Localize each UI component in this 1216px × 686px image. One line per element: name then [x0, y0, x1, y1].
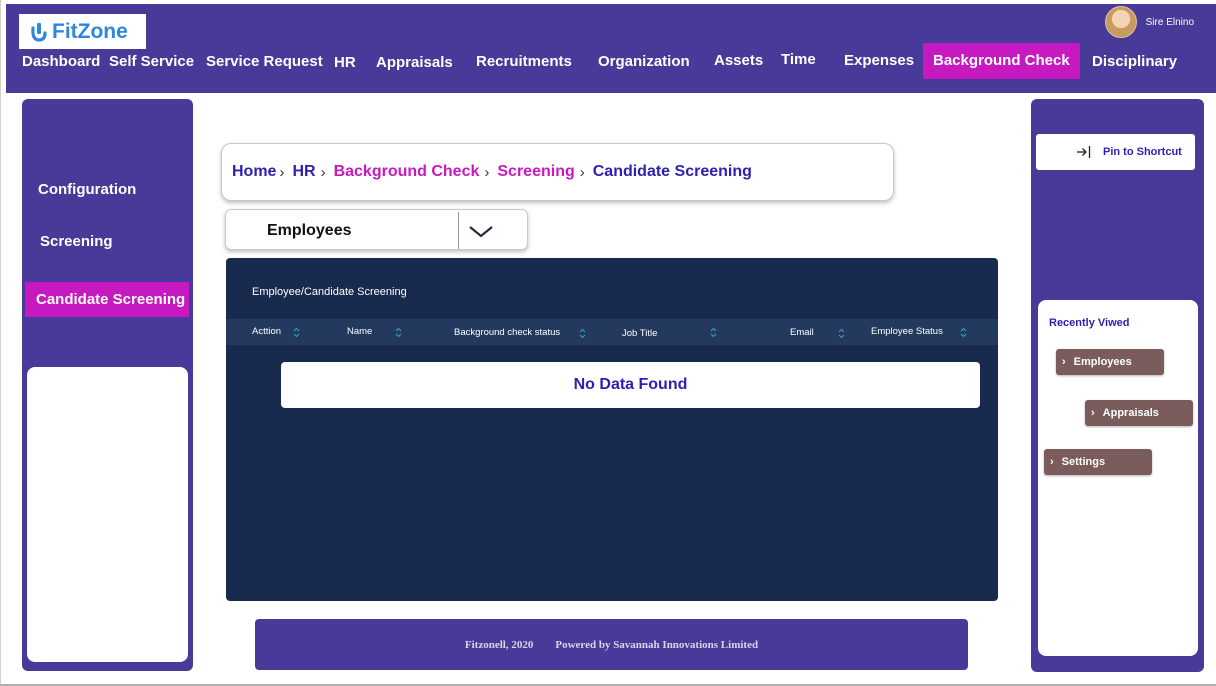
nav-item-assets[interactable]: Assets [714, 43, 763, 79]
main-nav: Dashboard Self Service Service Request H… [6, 42, 1216, 84]
sort-icon[interactable] [293, 327, 300, 338]
chevron-right-icon: › [279, 163, 285, 181]
pin-to-shortcut-button[interactable]: Pin to Shortcut [1036, 134, 1195, 170]
logo-text: FitZone [52, 19, 128, 43]
column-header-job-title[interactable]: Job Title [622, 328, 657, 339]
sidebar-item-screening[interactable]: Screening [40, 233, 113, 250]
recently-viewed-panel: Recently Viwed › Employees › Appraisals … [1038, 300, 1198, 656]
table-title: Employee/Candidate Screening [252, 286, 407, 298]
nav-item-time[interactable]: Time [781, 42, 816, 78]
recent-item-label: Settings [1061, 456, 1106, 468]
sort-icon[interactable] [579, 328, 586, 339]
column-header-background-check-status[interactable]: Background check status [454, 327, 560, 338]
employee-type-dropdown[interactable]: Employees [225, 209, 528, 250]
nav-item-dashboard[interactable]: Dashboard [22, 44, 100, 80]
footer-copyright: Fitzonell, 2020 [464, 638, 534, 651]
nav-item-background-check[interactable]: Background Check [923, 43, 1080, 79]
sort-icon[interactable] [960, 327, 967, 338]
recent-item-appraisals[interactable]: › Appraisals [1085, 400, 1193, 426]
nav-item-hr[interactable]: HR [334, 45, 356, 81]
sort-icon[interactable] [838, 328, 845, 339]
pin-label: Pin to Shortcut [1103, 146, 1182, 158]
nav-item-recruitments[interactable]: Recruitments [476, 44, 572, 80]
breadcrumb-screening[interactable]: Screening [497, 163, 574, 181]
chevron-right-icon: › [484, 163, 490, 181]
column-header-employee-status[interactable]: Employee Status [871, 326, 943, 337]
column-header-name[interactable]: Name [347, 326, 372, 337]
sign-in-arrow-icon [1077, 146, 1091, 158]
recent-item-label: Appraisals [1102, 407, 1159, 419]
recent-item-label: Employees [1073, 356, 1132, 368]
empty-state-message: No Data Found [281, 362, 980, 408]
left-sidebar: Configuration Screening Candidate Screen… [22, 99, 193, 671]
nav-item-organization[interactable]: Organization [598, 44, 690, 80]
user-menu[interactable]: Sire Elnino [1104, 6, 1194, 38]
footer-powered-by: Powered by Savannah Innovations Limited [555, 638, 759, 651]
app-window: FitZone Sire Elnino Dashboard Self Servi… [0, 0, 1216, 686]
breadcrumb-hr[interactable]: HR [292, 163, 315, 181]
sidebar-panel [27, 367, 188, 662]
recent-item-employees[interactable]: › Employees [1056, 349, 1164, 375]
breadcrumb-candidate-screening: Candidate Screening [592, 163, 752, 180]
recently-viewed-title: Recently Viwed [1049, 317, 1130, 329]
sort-icon[interactable] [710, 327, 717, 338]
chevron-right-icon: › [1091, 407, 1095, 419]
table-header: Acttion Name Background check status Job… [226, 319, 998, 345]
chevron-right-icon: › [579, 163, 585, 181]
chevron-down-icon[interactable] [467, 222, 495, 240]
right-sidebar: Pin to Shortcut Recently Viwed › Employe… [1031, 99, 1204, 672]
column-header-email[interactable]: Email [790, 327, 814, 338]
user-name: Sire Elnino [1145, 16, 1194, 28]
fitzone-logo-icon [31, 22, 47, 42]
nav-item-service-request[interactable]: Service Request [206, 44, 323, 80]
window-frame-left [0, 0, 1, 686]
top-header: FitZone Sire Elnino Dashboard Self Servi… [6, 4, 1216, 93]
breadcrumb-background-check[interactable]: Background Check [334, 163, 480, 181]
screening-table-panel: Employee/Candidate Screening Acttion Nam… [226, 258, 998, 601]
dropdown-divider [458, 212, 459, 249]
sort-icon[interactable] [395, 327, 402, 338]
nav-item-expenses[interactable]: Expenses [844, 43, 914, 79]
breadcrumb-home[interactable]: Home [232, 163, 276, 181]
sidebar-item-configuration[interactable]: Configuration [38, 181, 136, 198]
avatar[interactable] [1104, 6, 1137, 38]
sidebar-item-candidate-screening[interactable]: Candidate Screening [25, 282, 190, 317]
dropdown-selected-value: Employees [267, 222, 352, 239]
nav-item-self-service[interactable]: Self Service [109, 44, 194, 80]
chevron-right-icon: › [1062, 356, 1066, 368]
page-footer: Fitzonell, 2020 Powered by Savannah Inno… [255, 619, 968, 670]
breadcrumb: Home › HR › Background Check › Screening… [221, 143, 894, 201]
chevron-right-icon: › [320, 163, 326, 181]
nav-item-disciplinary[interactable]: Disciplinary [1092, 44, 1177, 80]
nav-item-appraisals[interactable]: Appraisals [376, 45, 453, 81]
chevron-right-icon: › [1050, 456, 1054, 468]
recent-item-settings[interactable]: › Settings [1044, 449, 1152, 475]
column-header-action[interactable]: Acttion [252, 326, 281, 337]
